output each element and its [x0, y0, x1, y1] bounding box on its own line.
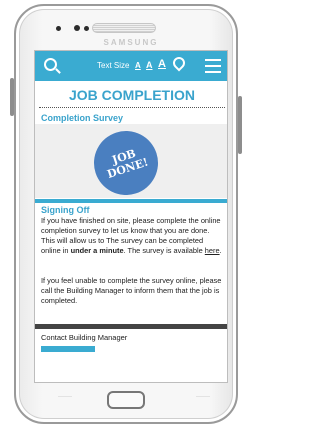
search-icon[interactable] — [44, 58, 57, 71]
section-heading: Completion Survey — [41, 113, 124, 123]
phone-volume-button — [238, 96, 242, 154]
contact-button[interactable] — [41, 346, 95, 352]
title-divider — [39, 107, 225, 108]
home-button[interactable] — [107, 391, 145, 409]
fallback-paragraph: If you feel unable to complete the surve… — [41, 276, 222, 305]
text-size-large-button[interactable]: A — [158, 58, 166, 70]
text-size-label: Text Size — [97, 61, 130, 70]
brand-logo: SAMSUNG — [103, 38, 159, 47]
contact-divider — [35, 324, 227, 329]
signoff-paragraph: If you have finished on site, please com… — [41, 216, 222, 255]
section-divider — [35, 199, 227, 203]
location-pin-icon[interactable] — [170, 54, 188, 72]
speaker-grille — [92, 23, 156, 33]
back-key[interactable] — [58, 396, 72, 404]
signoff-heading: Signing Off — [41, 205, 90, 215]
front-camera — [74, 25, 80, 31]
sensor-dot — [56, 26, 61, 31]
text-size-medium-button[interactable]: A — [146, 60, 153, 70]
menu-icon[interactable] — [205, 59, 221, 73]
text-size-small-button[interactable]: A — [135, 61, 141, 70]
app-screen: Text Size A A A JOB COMPLETION Completio… — [34, 50, 228, 383]
sensor-dot — [84, 26, 89, 31]
page-title: JOB COMPLETION — [68, 87, 195, 103]
contact-heading: Contact Building Manager — [41, 333, 128, 342]
menu-key[interactable] — [196, 396, 210, 404]
app-bar: Text Size A A A — [35, 51, 227, 81]
survey-link[interactable]: here — [205, 246, 220, 255]
